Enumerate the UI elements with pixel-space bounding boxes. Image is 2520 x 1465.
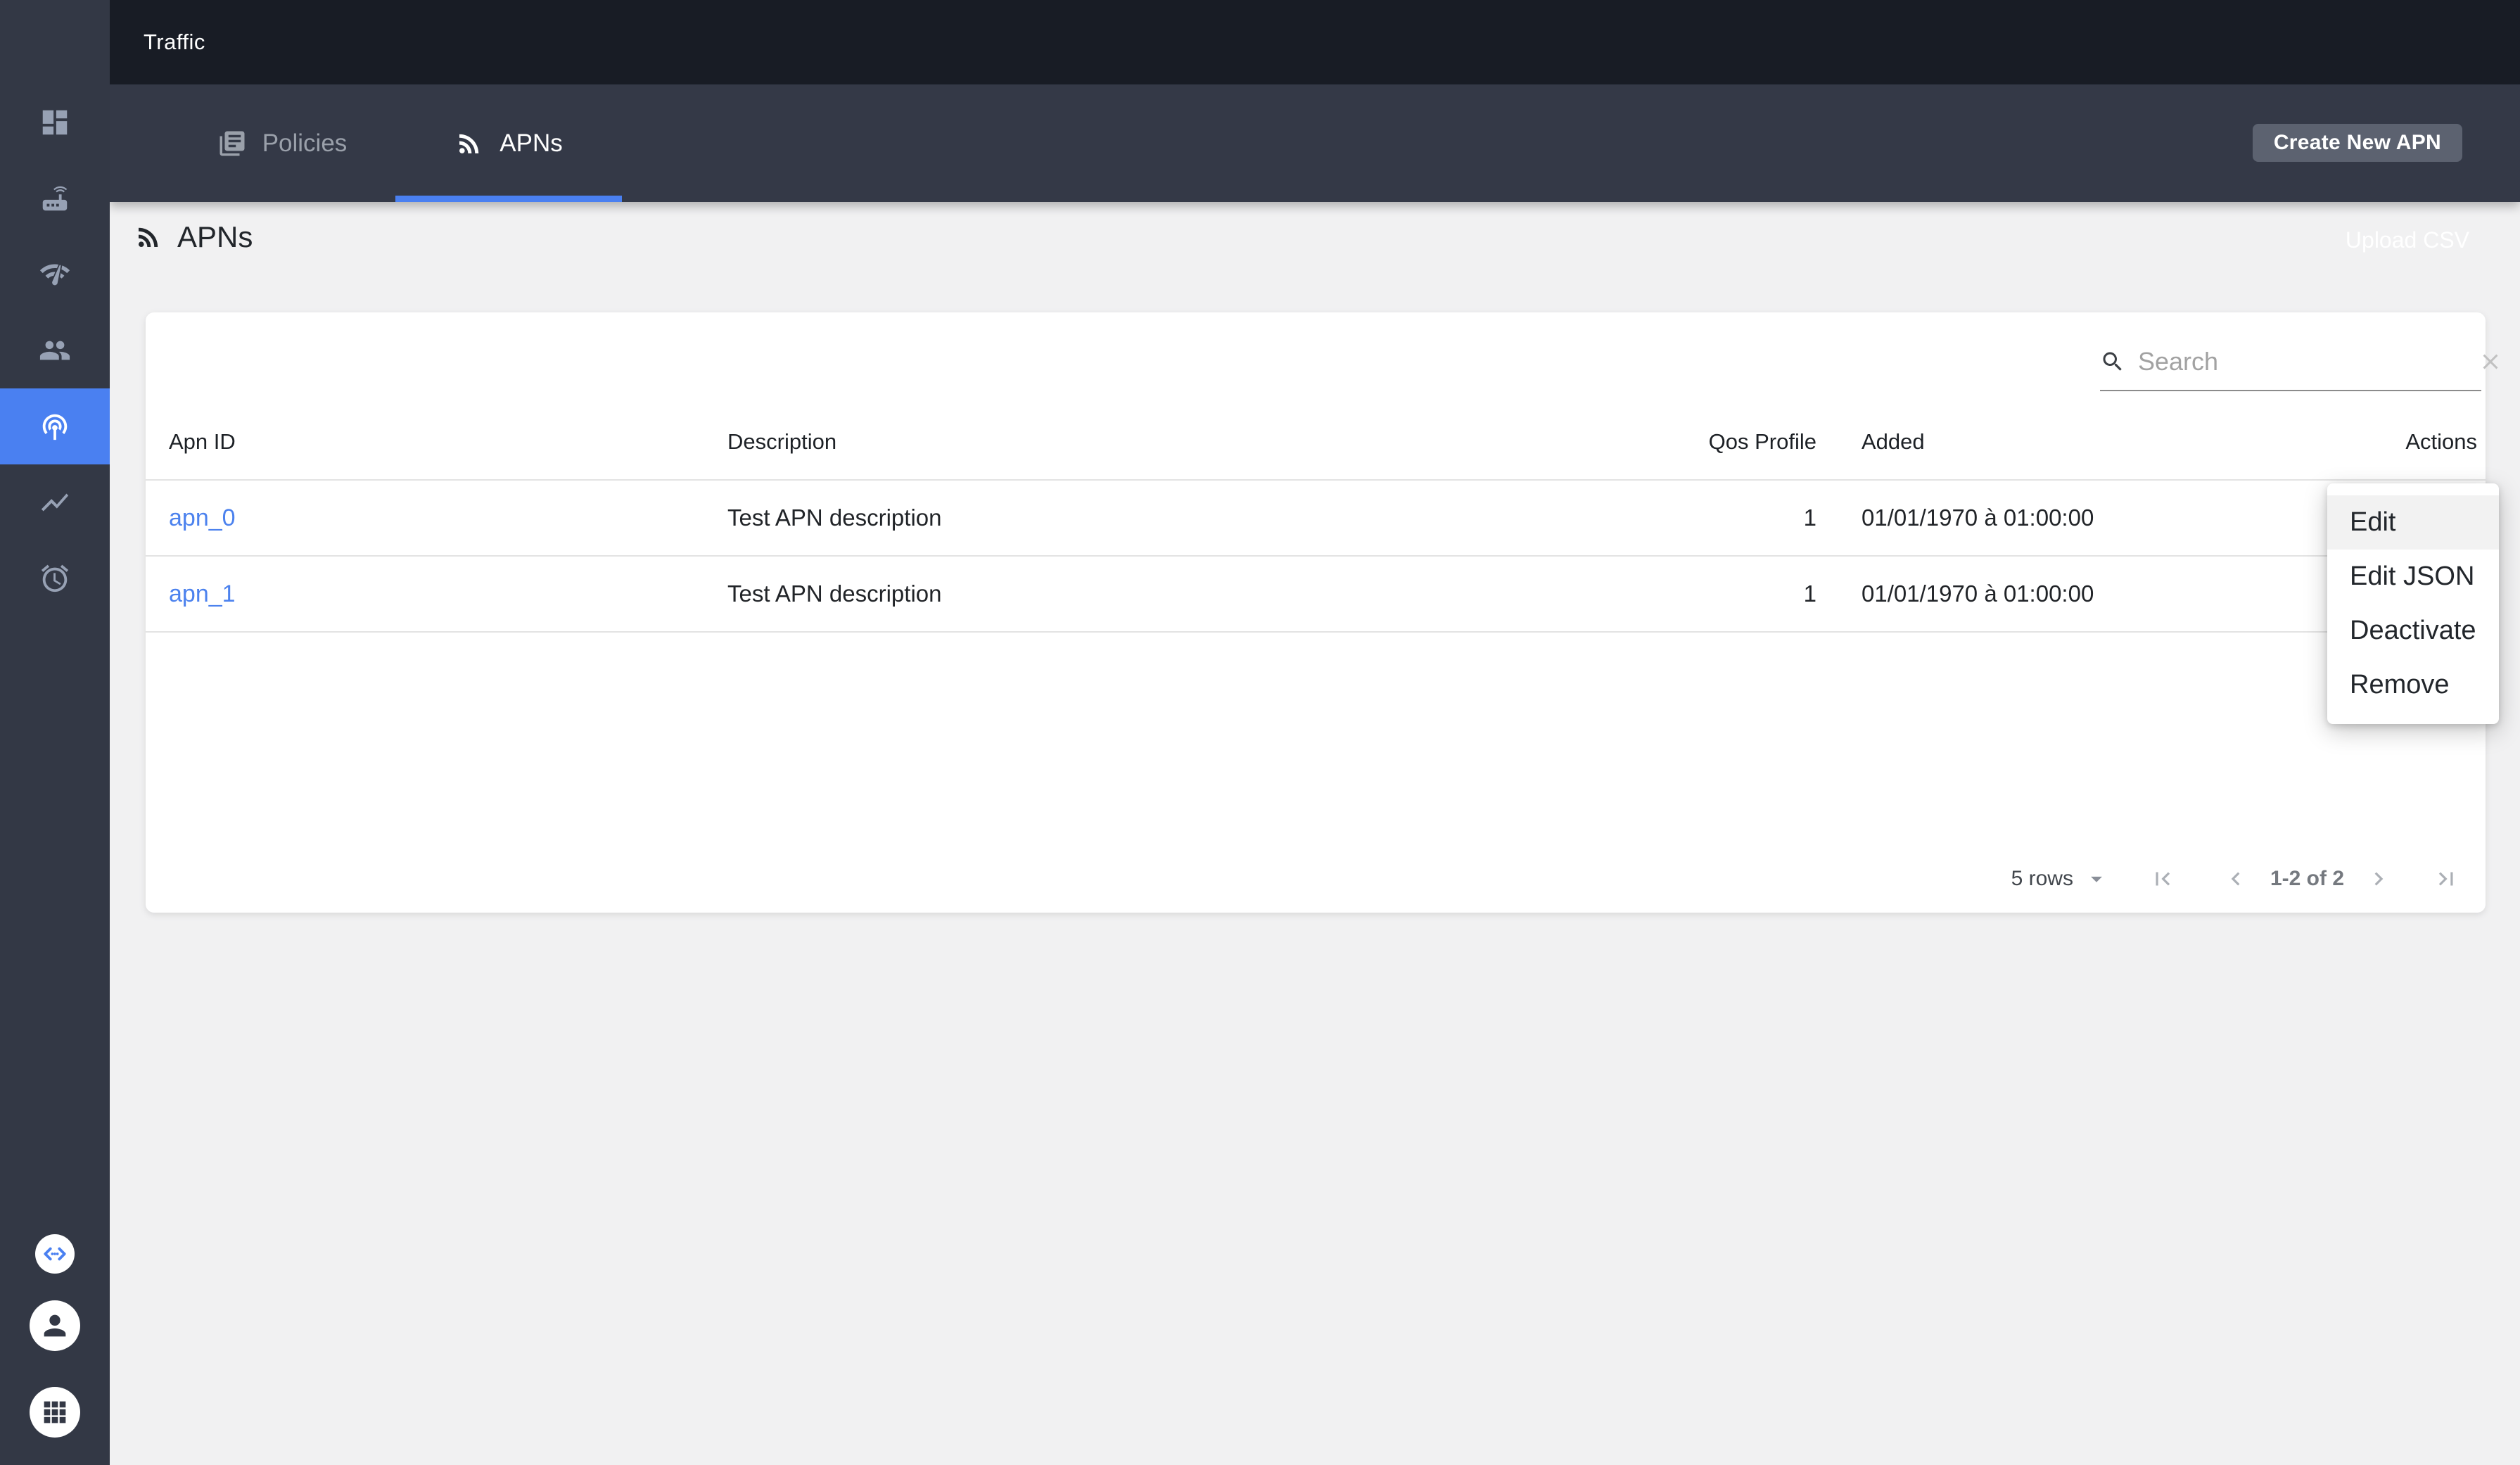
row-actions-menu: Edit Edit JSON Deactivate Remove	[2327, 483, 2499, 724]
router-icon	[39, 182, 71, 215]
apn-id-link[interactable]: apn_1	[169, 581, 236, 607]
table-row: apn_1 Test APN description 1 01/01/1970 …	[146, 557, 2486, 633]
page-title: APNs	[177, 220, 253, 253]
menu-item-edit-json[interactable]: Edit JSON	[2327, 550, 2499, 604]
column-header-description: Description	[727, 429, 837, 454]
apn-id-link[interactable]: apn_0	[169, 505, 236, 531]
active-tab-indicator	[395, 196, 622, 202]
close-icon[interactable]	[2478, 349, 2503, 374]
menu-item-remove[interactable]: Remove	[2327, 658, 2499, 712]
dashboard-icon	[39, 106, 71, 139]
arrow-drop-down-icon[interactable]	[2083, 865, 2110, 892]
pagination: 5 rows 1-2 of 2	[146, 844, 2486, 913]
sidebar-item-equipment[interactable]	[0, 160, 110, 236]
library-books-icon	[217, 129, 247, 158]
sidebar-item-alerts[interactable]	[0, 540, 110, 616]
description-cell: Test APN description	[727, 581, 942, 607]
rss-feed-icon	[454, 129, 484, 158]
topbar-title: Traffic	[144, 30, 205, 54]
pagination-range-label: 1-2 of 2	[2270, 866, 2344, 890]
menu-item-deactivate[interactable]: Deactivate	[2327, 604, 2499, 658]
topbar: Traffic	[110, 0, 2520, 84]
column-header-actions: Actions	[2405, 429, 2477, 454]
qos-profile-cell: 1	[1803, 505, 1816, 531]
sidebar-item-metrics[interactable]	[0, 464, 110, 540]
content: APNs Upload CSV Apn ID Description Qos P…	[110, 202, 2520, 1465]
last-page-icon[interactable]	[2433, 865, 2459, 892]
first-page-icon[interactable]	[2149, 865, 2176, 892]
code-api-icon	[41, 1240, 69, 1268]
table-header-row: Apn ID Description Qos Profile Added Act…	[146, 404, 2486, 481]
description-cell: Test APN description	[727, 505, 942, 531]
rss-feed-icon	[134, 222, 163, 252]
sidebar-item-dashboard[interactable]	[0, 84, 110, 160]
tab-apns[interactable]: APNs	[395, 84, 622, 202]
wifi-tethering-icon	[39, 410, 71, 443]
sidebar-item-subscribers[interactable]	[0, 312, 110, 388]
apps-grid-button[interactable]	[30, 1387, 80, 1438]
sidebar-item-traffic[interactable]	[0, 388, 110, 464]
sidebar	[0, 0, 110, 1465]
added-cell: 01/01/1970 à 01:00:00	[1862, 581, 2094, 607]
search-icon	[2100, 349, 2125, 374]
account-icon	[39, 1309, 71, 1342]
table-row: apn_0 Test APN description 1 01/01/1970 …	[146, 481, 2486, 557]
apns-table-card: Apn ID Description Qos Profile Added Act…	[146, 312, 2498, 913]
tabs: Policies APNs	[169, 84, 2520, 202]
people-icon	[39, 334, 71, 367]
api-docs-button[interactable]	[35, 1234, 75, 1274]
tab-label: APNs	[499, 129, 563, 157]
page-header: APNs	[134, 217, 253, 257]
network-check-icon	[39, 258, 71, 291]
column-header-apn-id: Apn ID	[169, 429, 236, 454]
chevron-left-icon[interactable]	[2222, 865, 2249, 892]
alarm-icon	[39, 562, 71, 595]
tab-policies[interactable]: Policies	[169, 84, 395, 202]
sidebar-footer	[0, 1234, 110, 1438]
create-new-apn-button[interactable]: Create New APN	[2252, 124, 2462, 162]
tabbar: Policies APNs Create New APN	[110, 84, 2520, 202]
chevron-right-icon[interactable]	[2365, 865, 2392, 892]
column-header-added: Added	[1862, 429, 1925, 454]
search-input[interactable]	[2138, 347, 2465, 376]
menu-item-edit[interactable]: Edit	[2327, 495, 2499, 550]
column-header-qos-profile: Qos Profile	[1708, 429, 1816, 454]
apns-table: Apn ID Description Qos Profile Added Act…	[146, 404, 2486, 633]
show-chart-icon	[39, 486, 71, 519]
apps-grid-icon	[39, 1396, 71, 1428]
sidebar-item-network[interactable]	[0, 236, 110, 312]
account-button[interactable]	[30, 1300, 80, 1351]
rows-per-page-select[interactable]: 5 rows	[2011, 867, 2073, 891]
tab-label: Policies	[262, 129, 348, 157]
upload-csv-button[interactable]: Upload CSV	[2346, 227, 2469, 253]
sidebar-nav	[0, 84, 110, 616]
search-field	[2100, 334, 2498, 391]
added-cell: 01/01/1970 à 01:00:00	[1862, 505, 2094, 531]
qos-profile-cell: 1	[1803, 581, 1816, 607]
